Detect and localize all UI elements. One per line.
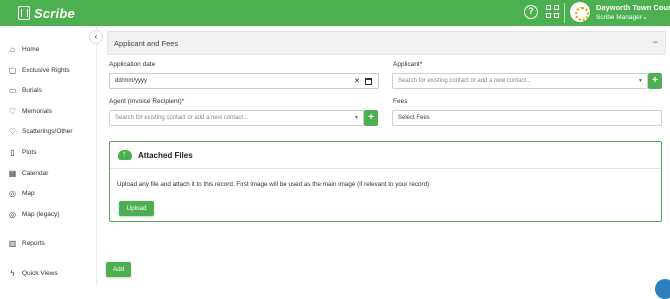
heart-outline-icon: ♡: [8, 126, 17, 136]
agent-label: Agent (Invoice Recipient)*: [109, 98, 185, 105]
fees-select[interactable]: Select Fees: [392, 110, 662, 126]
sidebar-item-calendar[interactable]: ▦ Calendar: [8, 166, 49, 180]
header-divider: [564, 3, 565, 23]
sidebar-item-label: Reports: [22, 239, 45, 247]
sidebar-item-burials[interactable]: ▭ Burials: [8, 83, 42, 97]
apps-grid-icon[interactable]: [546, 5, 560, 19]
brand-name: Scribe: [34, 5, 75, 21]
org-name[interactable]: Dayworth Town Council: [596, 3, 670, 12]
upload-button[interactable]: Upload: [119, 201, 154, 216]
applicant-select[interactable]: Search for existing contact or add a new…: [392, 73, 648, 89]
scribe-logo-icon: [18, 6, 30, 20]
map-pin-icon: ◎: [9, 188, 16, 198]
collapse-panel-icon[interactable]: −: [653, 37, 658, 47]
org-avatar[interactable]: [570, 2, 590, 22]
application-date-value: dd/mm/yyyy: [115, 78, 148, 84]
agent-placeholder: Search for existing contact or add a new…: [115, 115, 249, 121]
sidebar-item-map-legacy[interactable]: ◎ Map (legacy): [8, 207, 60, 221]
sidebar-item-label: Memorials: [22, 107, 52, 115]
sidebar-item-exclusive-rights[interactable]: ▢ Exclusive Rights: [8, 63, 70, 77]
sidebar-item-plots[interactable]: ▯ Plots: [8, 145, 36, 159]
sidebar: ⌂ Home ▢ Exclusive Rights ▭ Burials ♡ Me…: [0, 26, 97, 286]
chevron-down-icon: ▼: [354, 115, 359, 121]
sidebar-item-quick-views[interactable]: ϟ Quick Views: [8, 266, 58, 280]
bar-chart-icon: ▥: [8, 238, 17, 248]
sidebar-item-label: Home: [22, 45, 40, 53]
sidebar-item-reports[interactable]: ▥ Reports: [8, 236, 45, 250]
sidebar-item-memorials[interactable]: ♡ Memorials: [8, 104, 52, 118]
add-agent-button[interactable]: +: [364, 110, 378, 126]
application-date-input[interactable]: dd/mm/yyyy ✕: [109, 73, 379, 89]
map-pin-icon: ◎: [9, 209, 16, 219]
add-button[interactable]: Add: [106, 262, 131, 277]
sidebar-item-home[interactable]: ⌂ Home: [8, 42, 39, 56]
fees-placeholder: Select Fees: [398, 115, 430, 121]
applicant-fees-panel-header[interactable]: Applicant and Fees −: [107, 31, 666, 55]
sidebar-collapse-button[interactable]: ‹: [89, 30, 103, 44]
sidebar-item-label: Map (legacy): [22, 210, 60, 218]
help-icon[interactable]: ?: [524, 5, 538, 19]
attached-files-panel: Attached Files Upload any file and attac…: [109, 141, 662, 222]
sidebar-item-label: Plots: [22, 148, 37, 156]
bolt-icon: ϟ: [10, 268, 15, 278]
application-date-label: Application date: [109, 61, 156, 68]
clear-date-icon[interactable]: ✕: [354, 77, 360, 85]
calendar-picker-icon[interactable]: [365, 78, 372, 85]
lock-icon: ▢: [8, 65, 17, 75]
plot-icon: ▯: [10, 147, 15, 157]
sidebar-item-map[interactable]: ◎ Map: [8, 186, 35, 200]
folder-icon: ▭: [8, 85, 17, 95]
sidebar-item-label: Calendar: [22, 169, 49, 177]
chevron-down-icon: ▼: [638, 78, 643, 84]
divider: [110, 168, 661, 169]
user-role[interactable]: Scribe Manager: [596, 14, 642, 21]
agent-select[interactable]: Search for existing contact or add a new…: [109, 110, 364, 126]
add-applicant-button[interactable]: +: [648, 73, 662, 89]
sidebar-item-label: Burials: [22, 86, 42, 94]
sidebar-item-label: Exclusive Rights: [22, 66, 70, 74]
home-icon: ⌂: [10, 44, 15, 54]
help-chat-button[interactable]: [655, 279, 670, 299]
applicant-placeholder: Search for existing contact or add a new…: [398, 78, 532, 84]
sidebar-item-scatterings[interactable]: ♡ Scatterings/Other: [8, 124, 73, 138]
attached-files-header: Attached Files: [118, 148, 193, 162]
sidebar-item-label: Scatterings/Other: [22, 127, 73, 135]
applicant-label: Applicant*: [393, 61, 423, 68]
attached-files-description: Upload any file and attach it to this re…: [117, 181, 430, 188]
sidebar-item-label: Quick Views: [22, 269, 58, 277]
attached-files-title: Attached Files: [138, 150, 193, 160]
chevron-down-icon[interactable]: ⌄: [642, 13, 648, 21]
panel-title: Applicant and Fees: [114, 39, 179, 48]
scribe-logo[interactable]: Scribe: [18, 4, 75, 22]
fees-label: Fees: [393, 98, 408, 105]
top-bar: Scribe ? Dayworth Town Council Scribe Ma…: [0, 0, 670, 26]
heart-icon: ♡: [8, 106, 17, 116]
sidebar-item-label: Map: [22, 189, 35, 197]
calendar-icon: ▦: [8, 168, 17, 178]
cloud-upload-icon: [118, 149, 132, 160]
